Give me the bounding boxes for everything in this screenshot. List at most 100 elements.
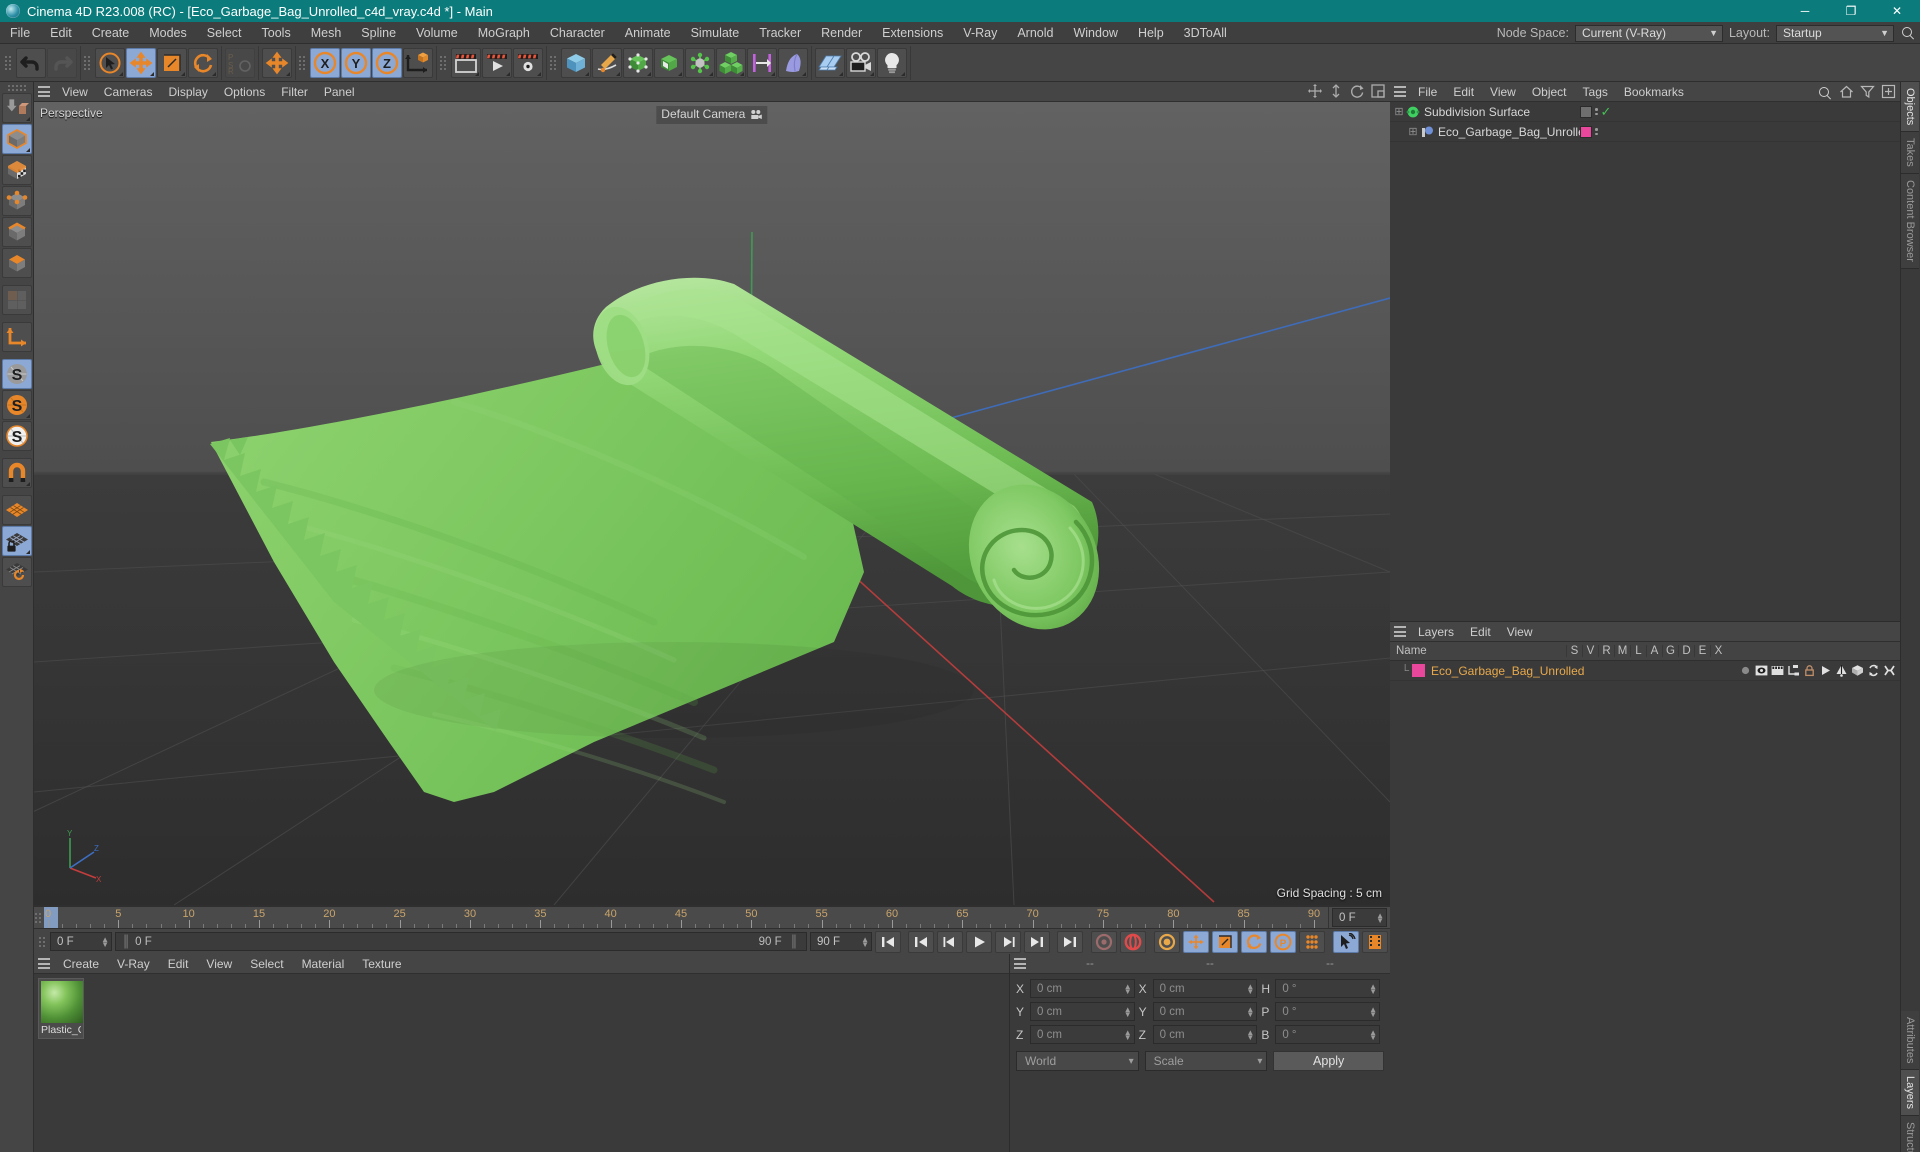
autokeying-button[interactable] <box>1120 930 1146 953</box>
object-menu-item-tags[interactable]: Tags <box>1575 82 1616 102</box>
range-start-handle-icon[interactable]: ║ <box>122 936 130 948</box>
layer-color-swatch[interactable] <box>1412 664 1425 677</box>
timeline-track[interactable]: 0 5 10 15 20 25 30 35 40 45 50 55 60 65 70 75 80 85 90 <box>42 907 1328 928</box>
solo-toggle-icon[interactable] <box>1739 664 1752 677</box>
lock-z-axis-button[interactable]: Z <box>372 47 402 78</box>
filter-icon[interactable] <box>1860 84 1875 102</box>
window-controls[interactable]: ─ ❐ ✕ <box>1782 0 1920 22</box>
layer-column-name[interactable]: Name <box>1390 645 1566 657</box>
spinner-icon[interactable]: ▲ ▼ <box>1246 982 1254 995</box>
layer-column-v[interactable]: V <box>1582 645 1598 657</box>
snap-settings-button[interactable]: S <box>1 390 32 420</box>
menu-item-help[interactable]: Help <box>1128 22 1174 44</box>
toolbar-grip[interactable] <box>549 48 556 78</box>
layer-menu-item-edit[interactable]: Edit <box>1462 622 1499 642</box>
object-menu-item-file[interactable]: File <box>1410 82 1445 102</box>
point-level-animation-button[interactable] <box>1299 930 1325 953</box>
magnet-tool-button[interactable] <box>1 458 32 488</box>
timeline-range-bar[interactable]: ║ 0 F 90 F ║ <box>115 932 807 951</box>
visibility-toggle-icon[interactable] <box>1755 664 1768 677</box>
points-mode-button[interactable] <box>1 186 32 216</box>
layer-menu-item-layers[interactable]: Layers <box>1410 622 1462 642</box>
menu-item-extensions[interactable]: Extensions <box>872 22 953 44</box>
go-to-start-button[interactable] <box>875 930 901 953</box>
object-row-subdivision-surface[interactable]: ⊞ Subdivision Surface ✓ <box>1390 102 1900 122</box>
range-end-handle-icon[interactable]: ║ <box>790 936 798 948</box>
redo-button[interactable] <box>47 47 77 78</box>
spinner-icon[interactable]: ▲ ▼ <box>1369 982 1377 995</box>
timeline-toolbar-grip[interactable] <box>38 927 45 957</box>
object-menu-item-object[interactable]: Object <box>1524 82 1575 102</box>
viewport-menu-item-display[interactable]: Display <box>160 82 215 102</box>
expressions-toggle-icon[interactable] <box>1867 664 1880 677</box>
scale-tool-button[interactable] <box>157 47 187 78</box>
next-keyframe-button[interactable] <box>1024 930 1050 953</box>
lock-x-axis-button[interactable]: X <box>310 47 340 78</box>
render-toggle-icon[interactable] <box>1771 664 1784 677</box>
parameter-keying-button[interactable]: P <box>1270 930 1296 953</box>
search-icon[interactable] <box>1900 25 1916 41</box>
animation-toggle-icon[interactable] <box>1819 664 1832 677</box>
coord-field-position-z[interactable]: 0 cm ▲ ▼ <box>1030 1025 1135 1044</box>
undo-button[interactable] <box>16 47 46 78</box>
add-generator-object-button[interactable] <box>623 47 653 78</box>
add-hair-object-button[interactable] <box>747 47 777 78</box>
add-bookmark-icon[interactable] <box>1881 84 1896 102</box>
add-environment-object-button[interactable] <box>685 47 715 78</box>
layer-list[interactable]: └ Eco_Garbage_Bag_Unrolled <box>1390 661 1900 681</box>
add-landscape-object-button[interactable] <box>815 47 845 78</box>
layer-column-e[interactable]: E <box>1694 645 1710 657</box>
menu-item-arnold[interactable]: Arnold <box>1007 22 1063 44</box>
material-item[interactable]: Plastic_G <box>38 978 84 1039</box>
object-tag-icon[interactable] <box>1580 105 1592 118</box>
apply-button[interactable]: Apply <box>1273 1051 1385 1071</box>
menu-item-create[interactable]: Create <box>82 22 140 44</box>
play-button[interactable] <box>966 930 992 953</box>
material-menu-item-edit[interactable]: Edit <box>159 954 198 974</box>
menu-item-window[interactable]: Window <box>1063 22 1127 44</box>
step-forward-button[interactable] <box>995 930 1021 953</box>
check-icon[interactable]: ✓ <box>1601 104 1612 120</box>
model-mode-button[interactable] <box>1 124 32 154</box>
enable-snapping-button[interactable]: S <box>1 359 32 389</box>
live-selection-tool-button[interactable] <box>95 47 125 78</box>
layout-select[interactable]: Startup ▼ <box>1776 24 1894 42</box>
coordinate-system-select[interactable]: World ▾ <box>1016 1051 1139 1071</box>
lock-toggle-icon[interactable] <box>1803 664 1816 677</box>
world-coordinate-toggle-button[interactable] <box>403 47 433 78</box>
coordinate-mode-select[interactable]: Scale ▾ <box>1144 1051 1268 1071</box>
layer-column-m[interactable]: M <box>1614 645 1630 657</box>
toolbar-grip[interactable] <box>4 48 11 78</box>
toolbar-grip[interactable] <box>83 48 90 78</box>
current-frame-field[interactable]: 0 F ▲ ▼ <box>50 932 112 951</box>
object-manager-panel-menu-icon[interactable] <box>1390 83 1410 101</box>
timeline-view-button[interactable] <box>1362 930 1388 953</box>
menu-item-select[interactable]: Select <box>197 22 252 44</box>
expand-collapse-icon[interactable]: ⊞ <box>1406 125 1420 138</box>
pan-view-icon[interactable] <box>1307 83 1323 99</box>
add-spline-object-button[interactable] <box>592 47 622 78</box>
edge-tab-objects[interactable]: Objects <box>1901 82 1919 133</box>
object-menu-item-bookmarks[interactable]: Bookmarks <box>1616 82 1692 102</box>
maximize-view-icon[interactable] <box>1370 83 1386 99</box>
material-list[interactable]: Plastic_G <box>34 974 1009 1152</box>
spinner-icon[interactable]: ▲ ▼ <box>861 935 869 948</box>
edges-mode-button[interactable] <box>1 217 32 247</box>
layer-column-r[interactable]: R <box>1598 645 1614 657</box>
edge-tab-attributes[interactable]: Attributes <box>1901 1010 1919 1071</box>
menu-item-mograph[interactable]: MoGraph <box>468 22 540 44</box>
render-region-button[interactable] <box>482 47 512 78</box>
menu-item-edit[interactable]: Edit <box>40 22 82 44</box>
spinner-icon[interactable]: ▲ ▼ <box>1124 1005 1132 1018</box>
material-menu-item-select[interactable]: Select <box>241 954 292 974</box>
layer-column-d[interactable]: D <box>1678 645 1694 657</box>
workplane-button[interactable] <box>1 495 32 525</box>
layer-column-s[interactable]: S <box>1566 645 1582 657</box>
material-menu-item-create[interactable]: Create <box>54 954 108 974</box>
menu-item-mesh[interactable]: Mesh <box>301 22 352 44</box>
viewport-menu-item-view[interactable]: View <box>54 82 96 102</box>
menu-item-tracker[interactable]: Tracker <box>749 22 811 44</box>
layer-column-x[interactable]: X <box>1710 645 1726 657</box>
add-camera-object-button[interactable] <box>846 47 876 78</box>
material-menu-item-material[interactable]: Material <box>293 954 354 974</box>
